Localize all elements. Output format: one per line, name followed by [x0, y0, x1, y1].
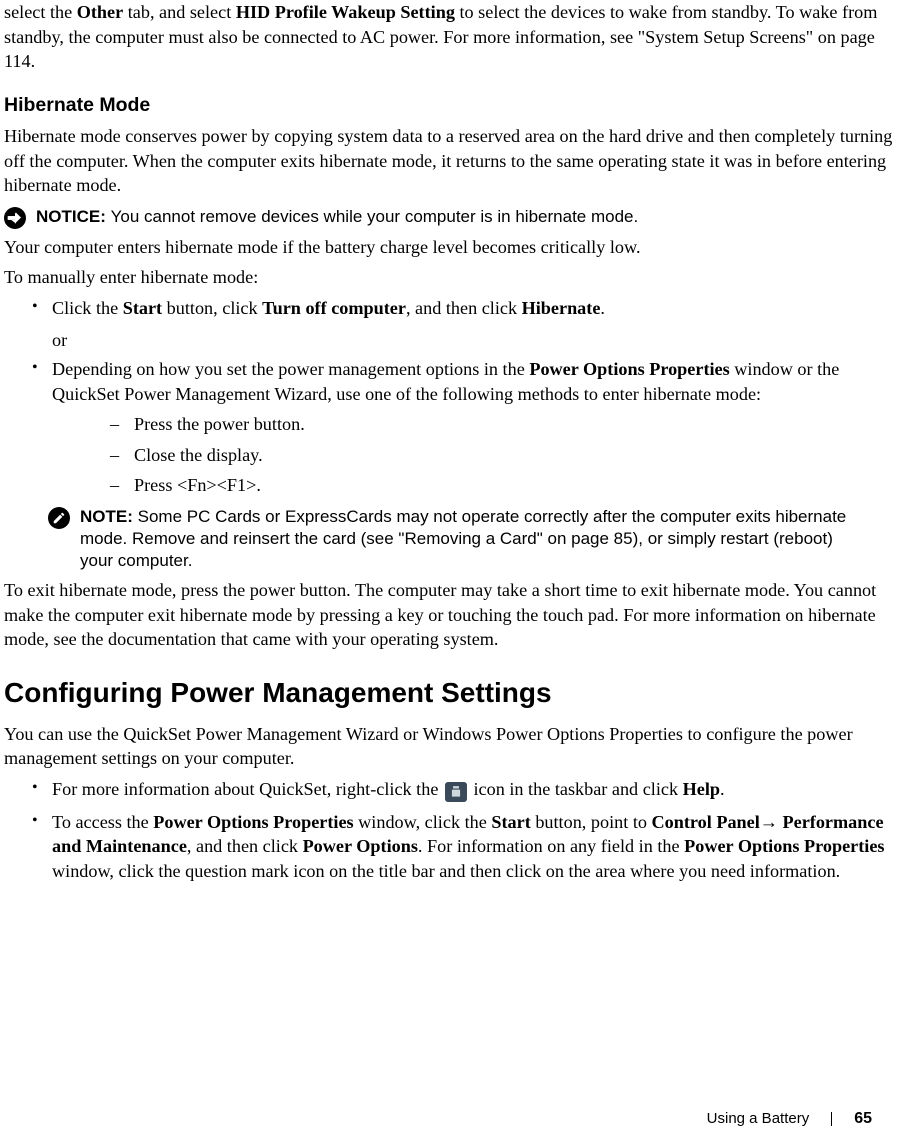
hibernate-heading: Hibernate Mode: [4, 92, 896, 118]
hibernate-list-2: Depending on how you set the power manag…: [4, 357, 896, 498]
notice-icon: [4, 207, 26, 229]
note-callout: NOTE: Some PC Cards or ExpressCards may …: [4, 506, 896, 572]
list-item: Close the display.: [52, 443, 896, 468]
list-item: For more information about QuickSet, rig…: [4, 777, 896, 802]
notice-callout: NOTICE: You cannot remove devices while …: [4, 206, 896, 229]
page-footer: Using a Battery 65: [707, 1108, 872, 1130]
config-list: For more information about QuickSet, rig…: [4, 777, 896, 884]
list-item: Press <Fn><F1>.: [52, 473, 896, 498]
note-icon: [48, 507, 70, 529]
hibernate-p1: Hibernate mode conserves power by copyin…: [4, 124, 896, 198]
hibernate-sublist: Press the power button. Close the displa…: [52, 412, 896, 498]
quickset-icon: [445, 782, 467, 802]
hibernate-list: Click the Start button, click Turn off c…: [4, 296, 896, 321]
config-heading: Configuring Power Management Settings: [4, 674, 896, 712]
hibernate-p3: To manually enter hibernate mode:: [4, 265, 896, 290]
list-item: Press the power button.: [52, 412, 896, 437]
hibernate-p2: Your computer enters hibernate mode if t…: [4, 235, 896, 260]
footer-separator: [831, 1112, 832, 1126]
notice-text: NOTICE: You cannot remove devices while …: [36, 206, 638, 228]
hibernate-p4: To exit hibernate mode, press the power …: [4, 578, 896, 652]
page-content: select the Other tab, and select HID Pro…: [0, 0, 900, 883]
note-text: NOTE: Some PC Cards or ExpressCards may …: [80, 506, 896, 572]
list-item: Click the Start button, click Turn off c…: [4, 296, 896, 321]
or-text: or: [52, 328, 896, 353]
footer-section: Using a Battery: [707, 1109, 810, 1129]
config-p1: You can use the QuickSet Power Managemen…: [4, 722, 896, 771]
page-number: 65: [854, 1108, 872, 1130]
list-item: Depending on how you set the power manag…: [4, 357, 896, 498]
intro-paragraph: select the Other tab, and select HID Pro…: [4, 0, 896, 74]
list-item: To access the Power Options Properties w…: [4, 810, 896, 884]
